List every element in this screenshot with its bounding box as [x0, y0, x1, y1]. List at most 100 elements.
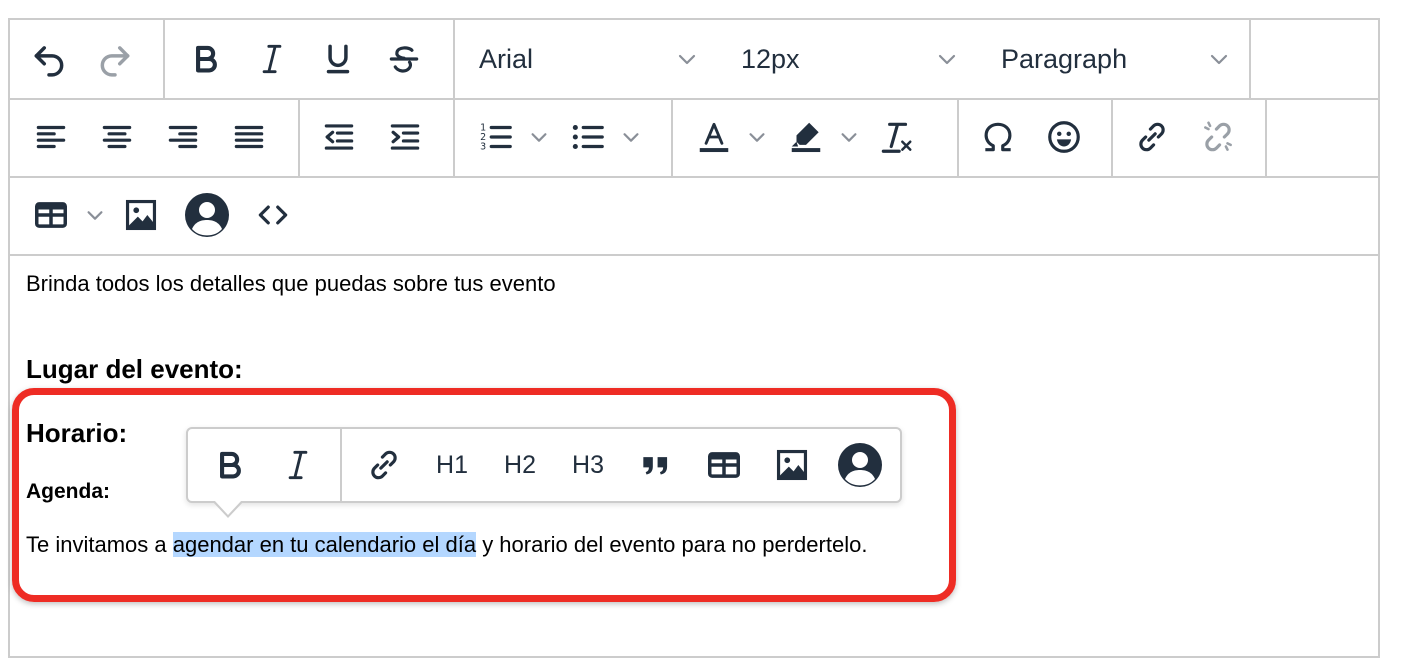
emoticons-button[interactable] — [1031, 107, 1097, 167]
toolbar-row-1: Arial 12px Paragraph — [10, 20, 1378, 100]
link-group — [1113, 98, 1267, 176]
font-size-value: 12px — [741, 43, 800, 74]
text-color-dropdown[interactable] — [743, 107, 771, 167]
indent-group — [300, 98, 455, 176]
quick-bold-button[interactable] — [196, 435, 264, 495]
invitation-paragraph: Te invitamos a agendar en tu calendario … — [26, 532, 867, 558]
bullet-list-split-button[interactable] — [559, 107, 645, 167]
redo-button[interactable] — [82, 29, 148, 89]
chevron-down-icon — [1210, 54, 1228, 65]
image-icon — [125, 199, 157, 231]
numbered-list-button[interactable]: 123 — [467, 107, 525, 167]
rich-text-editor: Arial 12px Paragraph 1 2 3 Brinda todos … — [8, 18, 1380, 658]
toolbar-row-3 — [10, 176, 1378, 256]
user-avatar-icon — [838, 443, 882, 487]
insert-group — [10, 176, 316, 254]
align-center-button[interactable] — [84, 107, 150, 167]
quick-image-button[interactable] — [758, 435, 826, 495]
quick-avatar-button[interactable] — [826, 435, 894, 495]
quick-h1-button[interactable]: H1 — [418, 435, 486, 495]
link-icon — [1139, 122, 1165, 152]
quick-selection-toolbar: H1 H2 H3 — [186, 427, 902, 503]
insert-image-button[interactable] — [108, 185, 174, 245]
undo-icon — [34, 46, 64, 77]
quick-italic-button[interactable] — [264, 435, 332, 495]
svg-text:3: 3 — [480, 142, 486, 153]
align-right-icon — [168, 125, 198, 149]
align-group — [10, 98, 300, 176]
chevron-down-icon — [87, 211, 103, 220]
numbered-list-split-button[interactable]: 123 — [467, 107, 553, 167]
omega-icon — [984, 122, 1012, 152]
text-color-icon — [699, 122, 729, 153]
text-color-button[interactable] — [685, 107, 743, 167]
align-left-button[interactable] — [18, 107, 84, 167]
indent-icon — [390, 124, 420, 150]
chevron-down-icon — [841, 133, 857, 142]
chevron-down-icon — [678, 54, 696, 65]
insert-link-button[interactable] — [1119, 107, 1185, 167]
table-icon — [35, 202, 67, 228]
list-group: 123 — [455, 98, 673, 176]
quick-link-button[interactable] — [350, 435, 418, 495]
align-justify-icon — [234, 125, 264, 149]
italic-icon — [288, 450, 308, 480]
special-character-button[interactable] — [965, 107, 1031, 167]
bold-icon — [220, 451, 241, 479]
link-icon — [371, 450, 397, 480]
redo-icon — [100, 46, 130, 77]
strikethrough-button[interactable] — [371, 29, 437, 89]
remove-link-button[interactable] — [1185, 107, 1251, 167]
insert-avatar-button[interactable] — [174, 185, 240, 245]
font-family-value: Arial — [479, 43, 534, 74]
paragraph-text-before: Te invitamos a — [26, 532, 173, 557]
source-code-button[interactable] — [240, 185, 306, 245]
smiley-icon — [1048, 121, 1080, 153]
underline-icon — [326, 44, 350, 74]
quick-toolbar-caret — [212, 500, 244, 518]
indent-button[interactable] — [372, 107, 438, 167]
highlight-color-button[interactable] — [777, 107, 835, 167]
quick-h2-button[interactable]: H2 — [486, 435, 554, 495]
selected-text: agendar en tu calendario el día — [172, 532, 477, 557]
text-color-split-button[interactable] — [685, 107, 771, 167]
quote-icon — [643, 457, 668, 475]
bold-button[interactable] — [173, 29, 239, 89]
align-right-button[interactable] — [150, 107, 216, 167]
numbered-list-dropdown[interactable] — [525, 107, 553, 167]
block-format-select[interactable]: Paragraph — [977, 29, 1249, 89]
bold-icon — [196, 45, 217, 73]
align-left-icon — [36, 125, 66, 149]
bullet-list-dropdown[interactable] — [617, 107, 645, 167]
quick-h3-button[interactable]: H3 — [554, 435, 622, 495]
quick-blockquote-button[interactable] — [622, 435, 690, 495]
chevron-down-icon — [623, 133, 639, 142]
block-format-value: Paragraph — [1001, 43, 1128, 74]
table-button[interactable] — [20, 185, 82, 245]
paragraph-text-after: y horario del evento para no perdertelo. — [476, 532, 868, 557]
quick-table-button[interactable] — [690, 435, 758, 495]
undo-button[interactable] — [16, 29, 82, 89]
bullet-list-button[interactable] — [559, 107, 617, 167]
align-center-icon — [102, 125, 132, 149]
clear-formatting-button[interactable] — [869, 107, 923, 167]
code-icon — [258, 205, 288, 225]
font-selects-group: Arial 12px Paragraph — [455, 20, 1251, 98]
underline-button[interactable] — [305, 29, 371, 89]
align-justify-button[interactable] — [216, 107, 282, 167]
numbered-list-icon: 123 — [480, 123, 512, 153]
format-group — [165, 20, 455, 98]
highlight-color-split-button[interactable] — [777, 107, 863, 167]
table-dropdown[interactable] — [82, 185, 108, 245]
table-split-button[interactable] — [20, 185, 108, 245]
font-family-select[interactable]: Arial — [455, 29, 717, 89]
highlight-color-dropdown[interactable] — [835, 107, 863, 167]
user-avatar-icon — [185, 193, 229, 237]
italic-button[interactable] — [239, 29, 305, 89]
strikethrough-icon — [389, 46, 419, 73]
highlighter-icon — [791, 122, 821, 153]
outdent-button[interactable] — [306, 107, 372, 167]
toolbar-row-2: 123 — [10, 98, 1378, 178]
font-size-select[interactable]: 12px — [717, 29, 977, 89]
chevron-down-icon — [938, 54, 956, 65]
